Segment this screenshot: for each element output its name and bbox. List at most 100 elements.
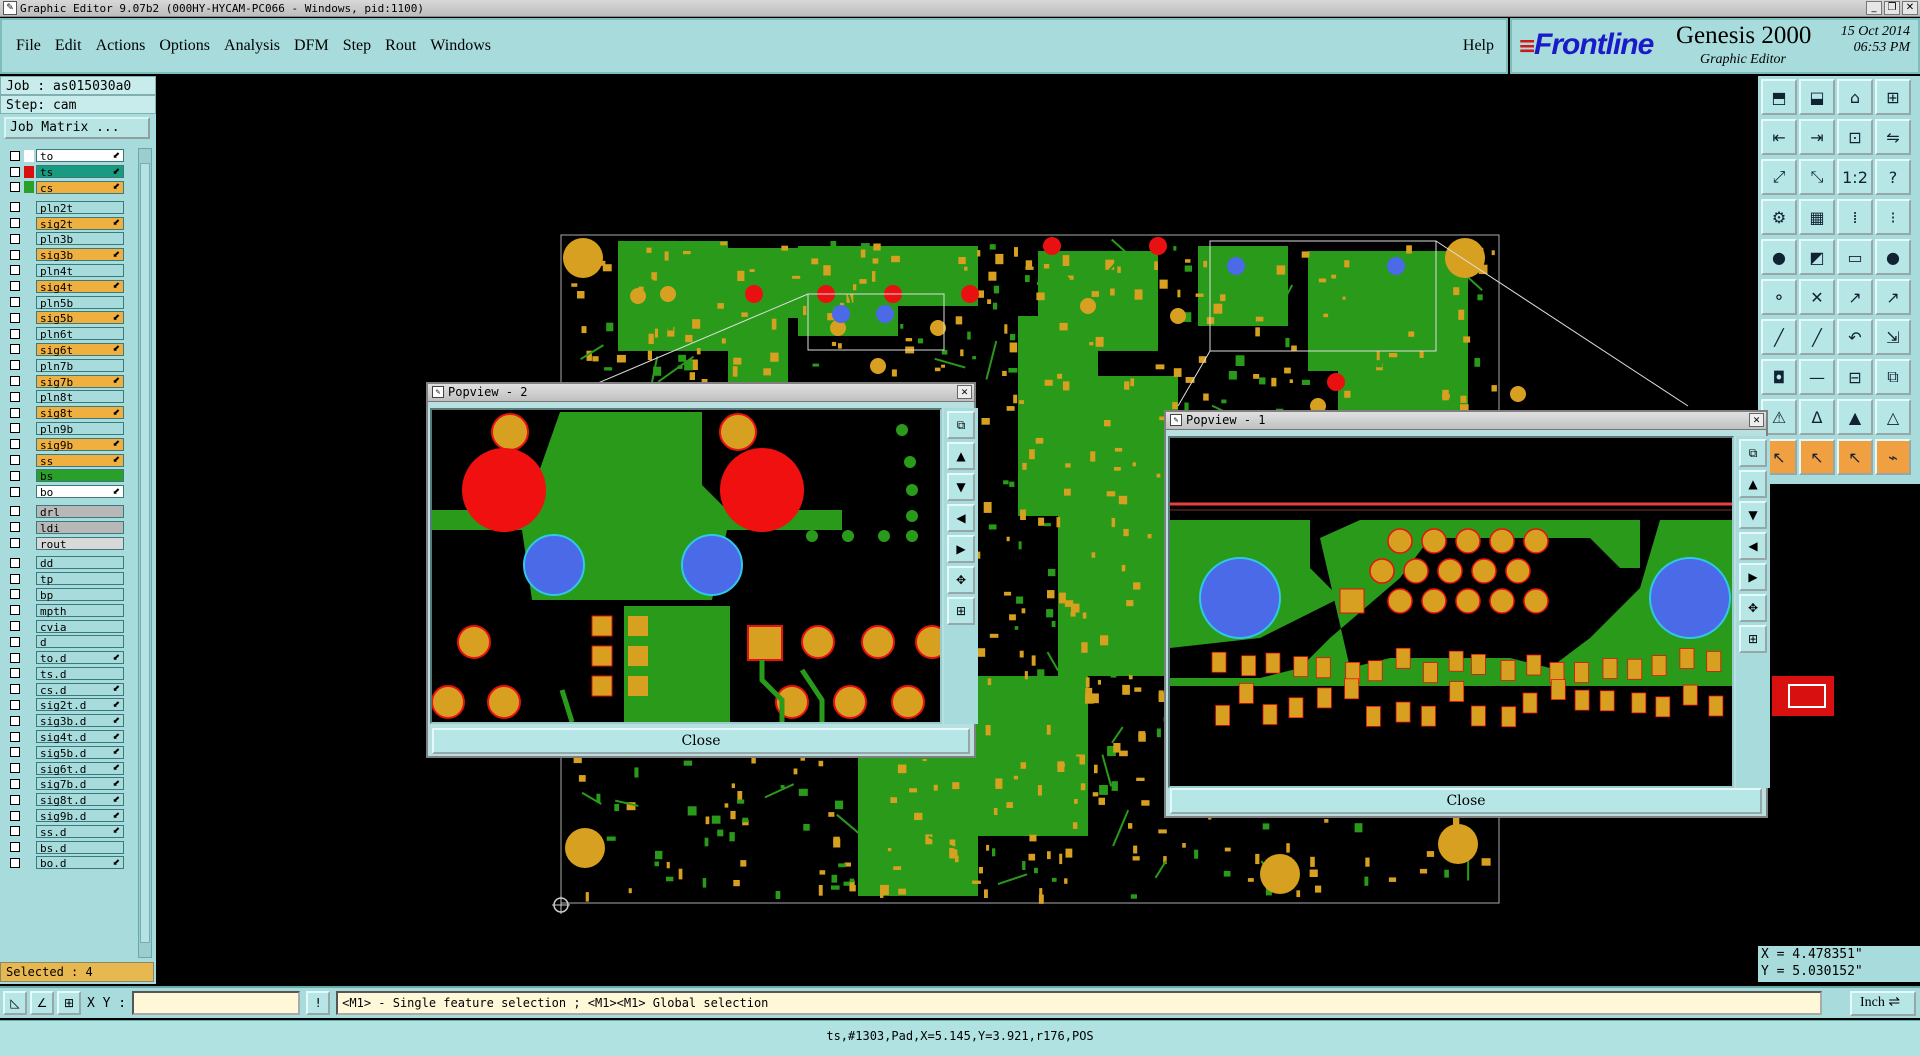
layer-name[interactable]: sig9b xyxy=(36,437,124,452)
layer-name[interactable]: pln6t xyxy=(36,327,124,341)
layer-row-ldi[interactable]: ldi xyxy=(4,519,124,535)
layer-name[interactable]: ts xyxy=(36,165,124,179)
layer-name[interactable]: pln9b xyxy=(36,421,124,436)
layer-row-sig2t.d[interactable]: sig2t.d ⬋ xyxy=(4,697,124,713)
pan-left-icon[interactable]: ⇤ xyxy=(1761,119,1797,155)
dot-icon[interactable]: ● xyxy=(1875,239,1911,275)
layer-row-bo[interactable]: bo ⬋ xyxy=(4,484,124,500)
zoom-out-icon[interactable]: ▼ xyxy=(947,473,975,501)
line-select-icon[interactable]: — xyxy=(1799,359,1835,395)
layer-name[interactable]: tp xyxy=(36,572,124,586)
menu-file[interactable]: File xyxy=(16,37,41,55)
layer-checkbox[interactable] xyxy=(10,166,20,177)
layer-row-cs.d[interactable]: cs.d ⬋ xyxy=(4,681,124,697)
unit-toggle-button[interactable]: Inch ⇌ xyxy=(1850,991,1916,1016)
popview-2-window[interactable]: ✎ Popview - 2 ✕ ⧉ ▲ ▼ ◀ ▶ ✥ ⊞ Close xyxy=(426,382,978,758)
layer-checkbox[interactable] xyxy=(10,439,20,450)
layer-save-icon[interactable]: ⬓ xyxy=(1799,79,1835,115)
layer-name[interactable]: cs.d xyxy=(36,682,124,697)
grid-icon[interactable]: ▦ xyxy=(1799,199,1835,235)
layers-icon[interactable]: ⧉ xyxy=(1875,359,1911,395)
fit-icon[interactable]: ✥ xyxy=(1739,594,1767,622)
layer-name[interactable]: sig6t xyxy=(36,342,124,357)
layer-checkbox[interactable] xyxy=(10,297,20,308)
layer-row-sig4t[interactable]: sig4t ⬋ xyxy=(4,278,124,294)
layer-checkbox[interactable] xyxy=(10,281,20,292)
slash-icon[interactable]: ╱ xyxy=(1799,319,1835,355)
layer-checkbox[interactable] xyxy=(10,557,20,568)
edit-line-icon[interactable]: ╱ xyxy=(1761,319,1797,355)
layer-row-sig9b[interactable]: sig9b ⬋ xyxy=(4,436,124,452)
layer-checkbox[interactable] xyxy=(10,506,20,517)
center-icon[interactable]: ⊞ xyxy=(947,597,975,625)
home-icon[interactable]: ⌂ xyxy=(1837,79,1873,115)
layer-checkbox[interactable] xyxy=(10,407,20,418)
layer-checkbox[interactable] xyxy=(10,763,20,774)
layer-checkbox[interactable] xyxy=(10,668,20,679)
layer-checkbox[interactable] xyxy=(10,486,20,497)
layer-name[interactable]: ldi xyxy=(36,520,124,535)
layer-name[interactable]: sig7b.d xyxy=(36,777,124,791)
layer-row-bp[interactable]: bp xyxy=(4,587,124,603)
layer-name[interactable]: sig7b xyxy=(36,374,124,389)
layer-name[interactable]: sig2t.d xyxy=(36,698,124,712)
layer-checkbox[interactable] xyxy=(10,344,20,355)
layer-row-sig5b.d[interactable]: sig5b.d ⬋ xyxy=(4,744,124,760)
menu-rout[interactable]: Rout xyxy=(385,37,416,55)
layer-name[interactable]: pln5b xyxy=(36,295,124,310)
popview-1-viewport[interactable] xyxy=(1168,436,1734,788)
layer-checkbox[interactable] xyxy=(10,747,20,758)
layer-name[interactable]: sig8t.d xyxy=(36,793,124,807)
layer-checkbox[interactable] xyxy=(10,328,20,339)
layer-row-pln8t[interactable]: pln8t xyxy=(4,389,124,405)
layer-row-to.d[interactable]: to.d ⬋ xyxy=(4,650,124,666)
layer-row-pln3b[interactable]: pln3b xyxy=(4,231,124,247)
layer-row-sig2t[interactable]: sig2t ⬋ xyxy=(4,215,124,231)
layer-checkbox[interactable] xyxy=(10,621,20,631)
layer-checkbox[interactable] xyxy=(10,376,20,387)
layer-name[interactable]: cvia xyxy=(36,619,124,634)
layer-name[interactable]: to.d xyxy=(36,651,124,665)
delete-icon[interactable]: ✕ xyxy=(1799,279,1835,315)
snap-icon[interactable]: ⁞ xyxy=(1837,199,1873,235)
popview-1-close-button[interactable]: Close xyxy=(1170,788,1762,814)
route-icon[interactable]: ⌁ xyxy=(1875,439,1911,475)
pan-right-icon[interactable]: ⇥ xyxy=(1799,119,1835,155)
layer-name[interactable]: sig9b.d xyxy=(36,809,124,823)
layer-name[interactable]: mpth xyxy=(36,603,124,618)
layer-row-pln2t[interactable]: pln2t xyxy=(4,199,124,215)
layer-name[interactable]: pln8t xyxy=(36,390,124,404)
array-icon[interactable]: ⊟ xyxy=(1837,359,1873,395)
polygon-fill-icon[interactable]: ▲ xyxy=(1837,399,1873,435)
layer-name[interactable]: bp xyxy=(36,587,124,602)
layer-checkbox[interactable] xyxy=(10,715,20,726)
layer-checkbox[interactable] xyxy=(10,794,20,805)
popview-2-viewport[interactable] xyxy=(430,408,942,724)
layer-checkbox[interactable] xyxy=(10,470,20,481)
layer-row-d[interactable]: d xyxy=(4,634,124,650)
layer-row-sig7b.d[interactable]: sig7b.d ⬋ xyxy=(4,776,124,792)
zoom-window-icon[interactable]: ⧉ xyxy=(947,411,975,439)
layer-checkbox[interactable] xyxy=(10,423,20,434)
select-arrow-icon[interactable]: ↖ xyxy=(1799,439,1835,475)
alert-icon[interactable]: ! xyxy=(306,991,331,1015)
restore-icon[interactable]: ❐ xyxy=(1884,1,1900,15)
layer-name[interactable]: sig8t xyxy=(36,406,124,420)
pan-right-icon[interactable]: ▶ xyxy=(947,535,975,563)
layer-row-ss.d[interactable]: ss.d ⬋ xyxy=(4,823,124,839)
zoom-fit-icon[interactable]: ⤢ xyxy=(1761,159,1797,195)
close-icon[interactable]: ✕ xyxy=(957,385,972,399)
zoom-in-icon[interactable]: ▲ xyxy=(1739,470,1767,498)
layer-row-pln5b[interactable]: pln5b xyxy=(4,294,124,310)
layer-name[interactable]: pln7b xyxy=(36,358,124,373)
layer-checkbox[interactable] xyxy=(10,684,20,695)
layer-row-pln4t[interactable]: pln4t xyxy=(4,263,124,279)
minimize-icon[interactable]: _ xyxy=(1866,1,1882,15)
window-split-icon[interactable]: ⊞ xyxy=(1875,79,1911,115)
layer-checkbox[interactable] xyxy=(10,202,20,213)
pcb-icon[interactable]: ⚙ xyxy=(1761,199,1797,235)
line-add-icon[interactable]: ◩ xyxy=(1799,239,1835,275)
popview-2-titlebar[interactable]: ✎ Popview - 2 ✕ xyxy=(428,384,974,402)
layer-row-ss[interactable]: ss ⬋ xyxy=(4,452,124,468)
layer-checkbox[interactable] xyxy=(10,842,20,853)
